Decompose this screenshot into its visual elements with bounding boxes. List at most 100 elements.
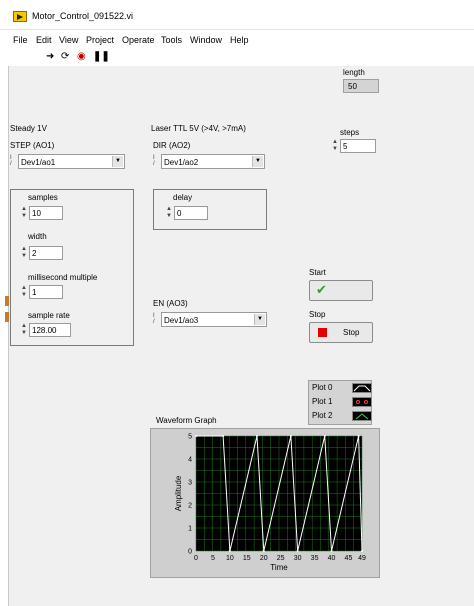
dir-channel-selector[interactable]: I / Dev1/ao2 ▼ [153, 154, 265, 169]
checkmark-icon: ✔ [316, 282, 327, 297]
menu-edit[interactable]: Edit [36, 35, 52, 45]
stop-button[interactable]: Stop [309, 322, 373, 343]
steps-label: steps [340, 128, 360, 137]
legend-swatch-icon[interactable] [352, 411, 372, 421]
step-channel-text: Dev1/ao1 [21, 158, 56, 167]
millisecond-multiple-control[interactable]: ▲ ▼ 1 [20, 285, 64, 299]
plot-legend[interactable]: Plot 0 Plot 1 Plot 2 [308, 380, 372, 425]
sample-rate-spinner[interactable]: ▲ ▼ [20, 323, 28, 337]
menu-bar: File Edit View Project Operate Tools Win… [0, 31, 474, 48]
delay-label: delay [173, 193, 193, 202]
legend-label: Plot 0 [312, 383, 333, 392]
y-tick-label: 0 [188, 549, 192, 556]
start-button[interactable]: ✔ [309, 280, 373, 301]
x-tick-label: 10 [226, 555, 234, 562]
start-label: Start [309, 268, 326, 277]
io-name-icon: I / [153, 155, 155, 167]
dir-channel-label: DIR (AO2) [153, 141, 191, 150]
chevron-down-icon[interactable]: ▼ [254, 314, 265, 325]
x-tick-label: 20 [260, 555, 268, 562]
menu-tools[interactable]: Tools [161, 35, 182, 45]
sample-rate-input[interactable]: 128.00 [29, 323, 71, 337]
menu-file[interactable]: File [13, 35, 28, 45]
series-point [222, 435, 225, 437]
millisecond-multiple-spinner[interactable]: ▲ ▼ [20, 285, 28, 299]
menu-operate[interactable]: Operate [122, 35, 155, 45]
step-heading: Steady 1V [10, 124, 47, 133]
samples-spinner[interactable]: ▲ ▼ [20, 206, 28, 220]
series-point [330, 550, 333, 552]
y-tick-label: 5 [188, 434, 192, 441]
io-name-icon: I / [10, 155, 12, 167]
legend-item-plot-1[interactable]: Plot 1 [312, 397, 372, 409]
series-point [289, 435, 292, 437]
series-point [323, 435, 326, 437]
delay-control[interactable]: ▲ ▼ 0 [165, 206, 209, 220]
series-point [228, 550, 231, 552]
x-tick-label: 30 [294, 555, 302, 562]
x-tick-label: 35 [311, 555, 319, 562]
en-channel-selector[interactable]: I / Dev1/ao3 ▼ [153, 312, 267, 327]
delay-cluster: delay ▲ ▼ 0 [153, 189, 267, 230]
graph-title: Waveform Graph [156, 416, 217, 425]
y-tick-label: 4 [188, 457, 192, 464]
menu-help[interactable]: Help [230, 35, 249, 45]
chevron-down-icon[interactable]: ▼ [112, 156, 123, 167]
delay-spinner[interactable]: ▲ ▼ [165, 206, 173, 220]
dir-channel-value[interactable]: Dev1/ao2 ▼ [161, 154, 265, 169]
run-arrow-icon[interactable]: ➜ [46, 51, 54, 62]
x-tick-label: 5 [211, 555, 215, 562]
series-point [255, 435, 258, 437]
menu-view[interactable]: View [59, 35, 78, 45]
series-point [357, 435, 360, 437]
series-point [262, 550, 265, 552]
pause-icon[interactable]: ❚❚ [93, 51, 110, 62]
x-tick-label: 49 [358, 555, 366, 562]
run-continuously-icon[interactable]: ⟳ [61, 51, 69, 62]
y-tick-label: 2 [188, 503, 192, 510]
menu-project[interactable]: Project [86, 35, 114, 45]
millisecond-multiple-input[interactable]: 1 [29, 285, 63, 299]
series-point [361, 550, 363, 552]
title-bar: Motor_Control_091522.vi [0, 0, 474, 30]
legend-item-plot-2[interactable]: Plot 2 [312, 411, 372, 423]
steps-input[interactable]: 5 [340, 139, 376, 153]
x-tick-label: 25 [277, 555, 285, 562]
x-tick-label: 15 [243, 555, 251, 562]
abort-icon[interactable]: ◉ [77, 51, 86, 62]
stop-button-text: Stop [343, 328, 360, 337]
legend-swatch-icon[interactable] [352, 383, 372, 393]
series-point [296, 550, 299, 552]
waveform-graph[interactable]: 0 5 10 15 20 25 30 35 40 45 49 0 1 2 3 4 5 Time Amplitude [150, 428, 380, 578]
width-spinner[interactable]: ▲ ▼ [20, 246, 28, 260]
legend-label: Plot 2 [312, 411, 333, 420]
width-input[interactable]: 2 [29, 246, 63, 260]
sample-rate-label: sample rate [28, 311, 70, 320]
x-axis-label: Time [270, 563, 288, 572]
waveform-plot[interactable]: 0 5 10 15 20 25 30 35 40 45 49012345TimeAmplitude [151, 429, 379, 577]
step-channel-selector[interactable]: I / Dev1/ao1 ▼ [10, 154, 125, 169]
menu-window[interactable]: Window [190, 35, 222, 45]
delay-input[interactable]: 0 [174, 206, 208, 220]
parameters-cluster: samples ▲ ▼ 10 width ▲ ▼ 2 millisecond mul… [10, 189, 134, 346]
en-channel-value[interactable]: Dev1/ao3 ▼ [161, 312, 267, 327]
steps-spinner[interactable]: ▲ ▼ [331, 139, 339, 153]
legend-swatch-icon[interactable] [352, 397, 372, 407]
io-name-icon: I / [153, 313, 155, 325]
samples-control[interactable]: ▲ ▼ 10 [20, 206, 64, 220]
y-tick-label: 3 [188, 480, 192, 487]
width-control[interactable]: ▲ ▼ 2 [20, 246, 64, 260]
legend-item-plot-0[interactable]: Plot 0 [312, 383, 372, 395]
samples-label: samples [28, 193, 58, 202]
x-tick-label: 45 [345, 555, 353, 562]
series-point [195, 435, 197, 437]
steps-control[interactable]: ▲ ▼ 5 [331, 139, 377, 153]
sample-rate-control[interactable]: ▲ ▼ 128.00 [20, 323, 72, 337]
dir-channel-text: Dev1/ao2 [164, 158, 199, 167]
samples-input[interactable]: 10 [29, 206, 63, 220]
step-channel-value[interactable]: Dev1/ao1 ▼ [18, 154, 125, 169]
legend-label: Plot 1 [312, 397, 333, 406]
window-title: Motor_Control_091522.vi [32, 11, 134, 21]
chevron-down-icon[interactable]: ▼ [252, 156, 263, 167]
labview-vi-icon [13, 11, 27, 22]
